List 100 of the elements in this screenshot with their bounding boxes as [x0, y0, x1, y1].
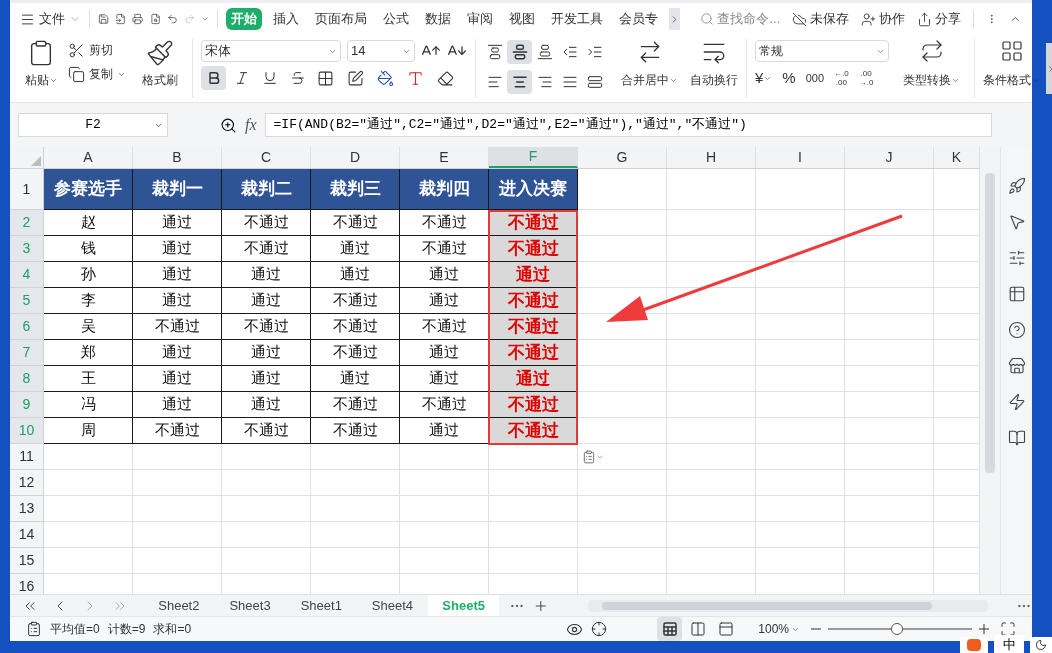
share-button[interactable]: 分享	[917, 9, 962, 29]
conditional-format-button[interactable]: 条件格式	[975, 35, 1042, 102]
collaborate-button[interactable]: 协作	[861, 9, 906, 29]
cell-style-icon[interactable]	[347, 69, 364, 87]
fill-color-icon[interactable]	[377, 69, 394, 87]
export-icon[interactable]	[115, 11, 127, 27]
ime-language-button[interactable]: 中	[994, 635, 1024, 653]
file-menu[interactable]: 文件	[20, 9, 81, 29]
wrap-text-button[interactable]: 自动换行	[690, 39, 738, 98]
table-icon[interactable]	[1007, 285, 1026, 303]
font-select[interactable]: 宋体	[201, 40, 341, 62]
column-header[interactable]: D	[311, 147, 400, 168]
align-middle-button[interactable]	[507, 40, 532, 64]
ribbon-tab[interactable]: 数据	[420, 8, 457, 30]
pointer-icon[interactable]	[1007, 213, 1026, 231]
horizontal-scrollbar[interactable]	[588, 599, 989, 612]
font-color-icon[interactable]	[407, 69, 424, 87]
type-convert-button[interactable]: 类型转换	[897, 35, 966, 102]
name-box[interactable]: F2	[18, 113, 168, 137]
table-cell: 不通过	[400, 314, 489, 340]
zoom-slider-thumb[interactable]	[891, 623, 904, 635]
align-top-icon	[486, 44, 503, 60]
table-cell: 不通过	[222, 236, 311, 262]
ribbon-tab[interactable]: 页面布局	[310, 8, 373, 30]
table-cell: 不通过	[400, 236, 489, 262]
ribbon-tab[interactable]: 审阅	[462, 8, 499, 30]
thousands-button[interactable]: 000	[805, 70, 825, 87]
store-icon[interactable]	[1007, 357, 1026, 375]
row-header[interactable]: 16	[10, 574, 44, 594]
zoom-icon[interactable]	[220, 116, 237, 134]
macro-icon[interactable]	[26, 621, 42, 637]
decrease-decimal-button[interactable]: .00 →.0	[858, 69, 874, 88]
grid-icon	[999, 39, 1024, 63]
table-cell: 通过	[222, 262, 311, 288]
row-header[interactable]: 11	[10, 444, 44, 470]
sheet-tab[interactable]: Sheet4	[356, 595, 429, 616]
vertical-scrollbar[interactable]	[980, 147, 1000, 594]
format-painter-button[interactable]: 格式刷	[142, 39, 178, 98]
moon-icon	[1035, 639, 1047, 651]
crosshair-icon[interactable]	[591, 621, 608, 637]
paste-button[interactable]: 粘贴	[24, 39, 58, 98]
print-icon[interactable]	[132, 11, 144, 27]
night-mode-button[interactable]	[1030, 637, 1052, 653]
table-cell: 通过	[311, 366, 400, 392]
table-cell: 王	[44, 366, 133, 392]
column-header[interactable]: H	[667, 147, 756, 168]
ribbon-tab[interactable]: 会员专	[614, 8, 664, 30]
sliders-icon[interactable]	[1007, 249, 1026, 267]
font-size-select[interactable]: 14	[347, 40, 415, 62]
lightning-icon[interactable]	[1007, 393, 1026, 411]
ribbon-tab[interactable]: 插入	[268, 8, 305, 30]
increase-decimal-button[interactable]: ←.0 .00	[834, 69, 849, 88]
zoom-slider[interactable]	[828, 622, 972, 636]
copy-button[interactable]: 复制	[68, 65, 126, 83]
row-header[interactable]: 1	[10, 169, 44, 210]
print-preview-icon[interactable]	[149, 11, 161, 27]
sheet-tab[interactable]: Sheet3	[214, 595, 286, 616]
number-format-select[interactable]: 常规	[755, 40, 889, 62]
column-title: 裁判一	[133, 169, 222, 210]
function-button[interactable]: fx	[245, 113, 257, 137]
save-status-button[interactable]: 未保存	[792, 9, 850, 29]
sheet-tab[interactable]: Sheet2	[143, 595, 215, 616]
scissors-icon	[68, 41, 85, 59]
ribbon-tab[interactable]: 视图	[504, 8, 541, 30]
bold-button[interactable]	[201, 66, 226, 90]
paste-options-button[interactable]	[582, 450, 604, 464]
merge-center-button[interactable]: 合并居中	[621, 39, 678, 98]
column-header[interactable]: I	[756, 147, 845, 168]
percent-button[interactable]: %	[782, 67, 796, 90]
align-middle-icon	[511, 44, 528, 60]
column-header[interactable]: C	[222, 147, 311, 168]
row-header[interactable]: 13	[10, 496, 44, 522]
save-icon[interactable]	[98, 11, 110, 27]
ribbon-tab[interactable]: 开发工具	[546, 8, 609, 30]
borders-icon[interactable]	[317, 69, 334, 87]
column-header[interactable]: J	[845, 147, 934, 168]
align-center-button[interactable]	[507, 70, 532, 94]
book-icon[interactable]	[1007, 429, 1026, 447]
column-header[interactable]: G	[578, 147, 667, 168]
clear-icon[interactable]	[437, 69, 454, 87]
command-search-field[interactable]: 查找命令...	[700, 9, 781, 29]
formula-input[interactable]: =IF(AND(B2="通过",C2="通过",D2="通过",E2="通过"),"通过","不通过")	[264, 113, 992, 137]
ime-logo-icon[interactable]	[960, 637, 988, 653]
column-title: 裁判二	[222, 169, 311, 210]
zoom-select[interactable]: 100%	[758, 620, 800, 638]
row-header[interactable]: 15	[10, 548, 44, 574]
row-header[interactable]: 14	[10, 522, 44, 548]
table-cell: 通过	[133, 392, 222, 418]
ribbon-tab[interactable]: 公式	[378, 8, 415, 30]
normal-view-button[interactable]	[657, 617, 683, 641]
currency-button[interactable]: ¥	[755, 67, 773, 90]
cut-button[interactable]: 剪切	[68, 41, 126, 59]
column-header[interactable]: A	[44, 147, 133, 168]
sheet-tab[interactable]: Sheet1	[285, 595, 357, 616]
rocket-icon[interactable]	[1007, 177, 1026, 195]
fullscreen-icon[interactable]	[1000, 621, 1016, 637]
column-header[interactable]: B	[133, 147, 222, 168]
row-header[interactable]: 12	[10, 470, 44, 496]
zoom-in-icon[interactable]	[976, 621, 992, 637]
help-icon[interactable]	[1007, 321, 1026, 339]
